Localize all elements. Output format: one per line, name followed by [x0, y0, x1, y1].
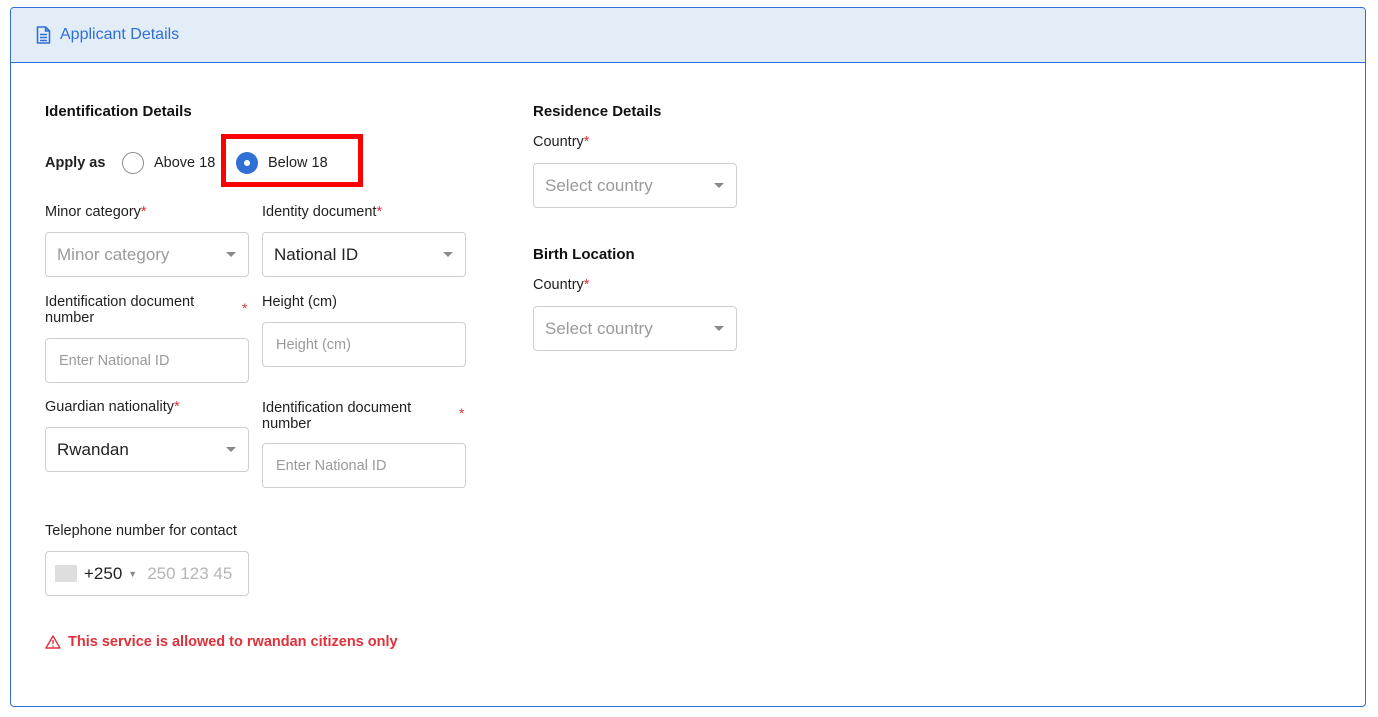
chevron-down-icon	[714, 183, 724, 188]
birth-country-label: Country*	[533, 277, 590, 293]
panel-header: Applicant Details	[11, 8, 1365, 63]
chevron-down-icon	[714, 326, 724, 331]
panel-title: Applicant Details	[60, 26, 180, 43]
guardian-id-document-number-required: *	[459, 405, 465, 421]
id-document-number-input[interactable]: Enter National ID	[45, 338, 249, 383]
identification-details-title: Identification Details	[45, 103, 192, 120]
caret-icon[interactable]: ▼	[128, 569, 137, 579]
telephone-label: Telephone number for contact	[45, 523, 237, 539]
country-code[interactable]: +250	[84, 564, 122, 584]
guardian-nationality-label: Guardian nationality*	[45, 399, 180, 415]
identity-document-label: Identity document*	[262, 204, 383, 220]
minor-category-select[interactable]: Minor category	[45, 232, 249, 277]
residence-country-label: Country*	[533, 134, 590, 150]
telephone-input[interactable]: 250 123 45	[147, 564, 232, 584]
guardian-id-document-number-input[interactable]: Enter National ID	[262, 443, 466, 488]
height-input[interactable]: Height (cm)	[262, 322, 466, 367]
guardian-nationality-select[interactable]: Rwandan	[45, 427, 249, 472]
document-icon	[36, 26, 51, 44]
warning-icon	[45, 635, 61, 649]
chevron-down-icon	[226, 447, 236, 452]
residence-details-title: Residence Details	[533, 103, 662, 120]
identity-document-select[interactable]: National ID	[262, 232, 466, 277]
citizenship-warning: This service is allowed to rwandan citiz…	[45, 634, 398, 650]
above-18-label[interactable]: Above 18	[154, 155, 215, 171]
birth-location-title: Birth Location	[533, 246, 635, 263]
id-document-number-required: *	[242, 300, 248, 316]
above-18-radio[interactable]	[122, 152, 144, 174]
apply-as-label: Apply as	[45, 155, 106, 171]
chevron-down-icon	[226, 252, 236, 257]
birth-country-select[interactable]: Select country	[533, 306, 737, 351]
residence-country-select[interactable]: Select country	[533, 163, 737, 208]
height-label: Height (cm)	[262, 294, 337, 310]
telephone-field: +250 ▼ 250 123 45	[45, 551, 249, 596]
id-document-number-label: Identification document number	[45, 294, 195, 326]
highlight-box	[221, 134, 363, 187]
flag-icon[interactable]	[55, 565, 77, 582]
minor-category-label: Minor category*	[45, 204, 147, 220]
guardian-id-document-number-label: Identification document number	[262, 400, 412, 432]
chevron-down-icon	[443, 252, 453, 257]
